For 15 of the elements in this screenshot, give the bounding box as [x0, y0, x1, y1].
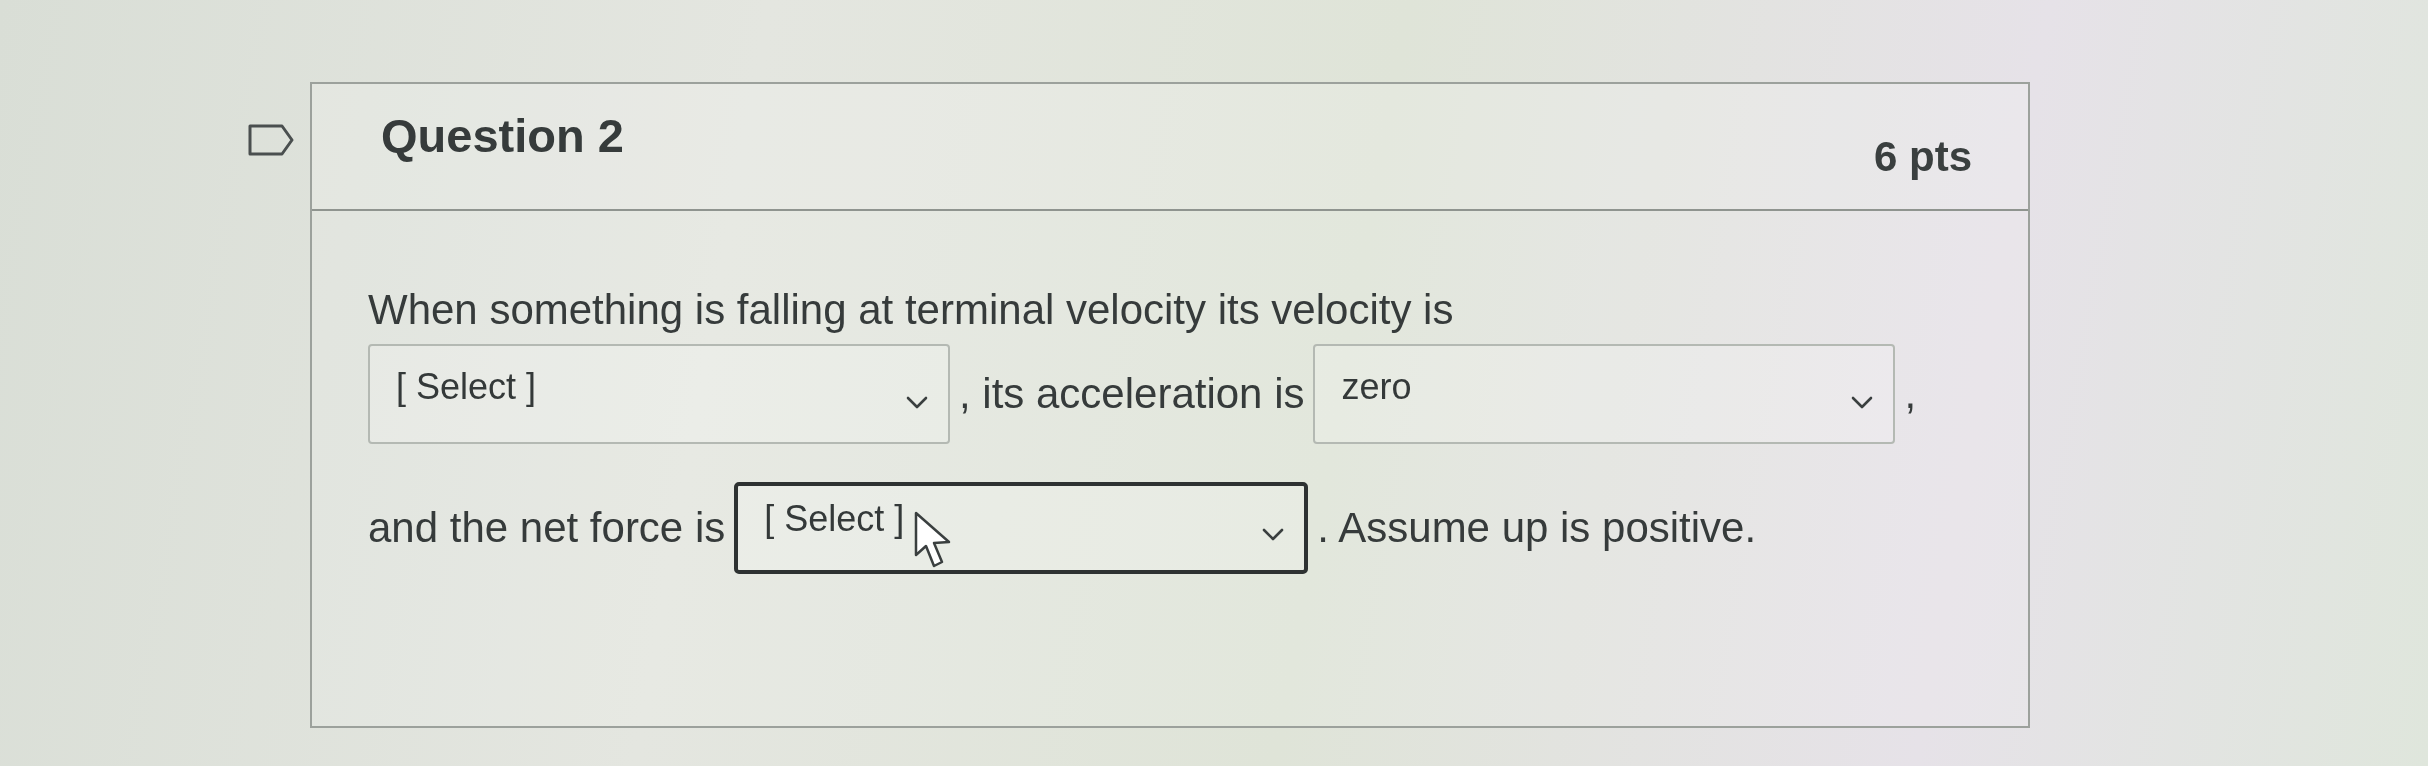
chevron-down-icon	[1262, 528, 1285, 542]
question-text: and the net force is	[368, 504, 726, 552]
question-text: When something is falling at terminal velocity its velocity is	[368, 286, 1454, 334]
answer-dropdown[interactable]: zero	[1313, 344, 1896, 444]
chevron-down-icon	[906, 396, 928, 410]
chevron-down-icon	[1851, 396, 1874, 410]
question-text: , its acceleration is	[959, 370, 1305, 418]
question-text: ,	[1904, 370, 1917, 418]
question-title: Question 2	[381, 108, 624, 163]
answer-dropdown[interactable]: [ Select ]	[368, 344, 950, 444]
question-text: . Assume up is positive.	[1317, 504, 1757, 552]
mouse-pointer-icon	[914, 511, 952, 569]
points-label: 6 pts	[1873, 132, 1972, 181]
answer-dropdown[interactable]: [ Select ]	[734, 482, 1309, 574]
flag-icon[interactable]	[248, 124, 294, 156]
